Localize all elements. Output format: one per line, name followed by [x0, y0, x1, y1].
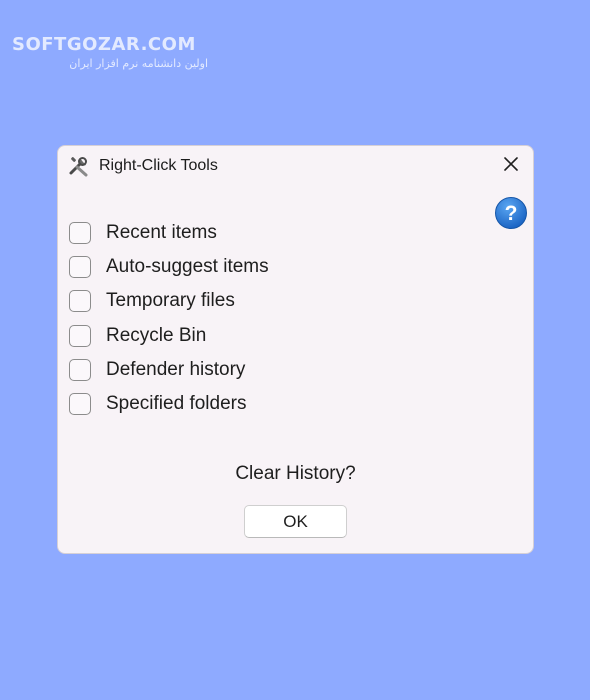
option-label: Specified folders: [106, 393, 247, 415]
title-bar: Right-Click Tools: [58, 146, 533, 186]
checkbox[interactable]: [69, 358, 91, 381]
option-label: Auto-suggest items: [106, 256, 269, 278]
option-label: Recent items: [106, 222, 217, 244]
option-label: Defender history: [106, 358, 246, 380]
dialog-title: Right-Click Tools: [99, 157, 218, 174]
option-label: Recycle Bin: [106, 324, 207, 346]
option-label: Temporary files: [106, 290, 235, 312]
option-temporary-files[interactable]: Temporary files: [69, 284, 269, 318]
option-auto-suggest-items[interactable]: Auto-suggest items: [69, 250, 269, 284]
watermark: SOFTGOZAR.COM اولین دانشنامه نرم افزار ا…: [12, 34, 208, 70]
tools-icon: [68, 154, 92, 178]
checkbox[interactable]: [69, 324, 91, 347]
checkbox[interactable]: [69, 290, 91, 313]
option-defender-history[interactable]: Defender history: [69, 353, 269, 387]
option-specified-folders[interactable]: Specified folders: [69, 387, 269, 421]
close-button[interactable]: [489, 146, 533, 186]
history-options-list: Recent items Auto-suggest items Temporar…: [69, 216, 269, 421]
close-icon: [503, 156, 519, 177]
clear-history-prompt: Clear History?: [235, 463, 356, 484]
checkbox[interactable]: [69, 222, 91, 245]
checkbox[interactable]: [69, 256, 91, 279]
ok-button[interactable]: OK: [244, 505, 347, 538]
checkbox[interactable]: [69, 393, 91, 416]
right-click-tools-dialog: Right-Click Tools ? Recent items Auto-su…: [57, 145, 534, 554]
watermark-subtitle: اولین دانشنامه نرم افزار ایران: [69, 57, 208, 70]
help-icon: ?: [494, 197, 528, 234]
svg-text:?: ?: [505, 202, 518, 225]
option-recent-items[interactable]: Recent items: [69, 216, 269, 250]
help-button[interactable]: ?: [494, 196, 528, 230]
option-recycle-bin[interactable]: Recycle Bin: [69, 319, 269, 353]
watermark-title: SOFTGOZAR.COM: [12, 34, 196, 55]
